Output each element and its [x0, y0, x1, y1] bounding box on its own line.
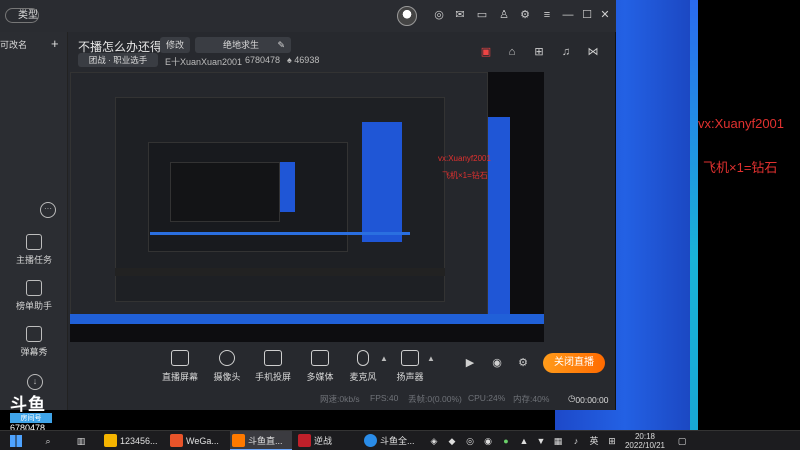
douyu-logo: 斗鱼 房间号 6780478: [10, 390, 58, 433]
tray-icon-4[interactable]: ◉: [482, 435, 494, 447]
preview-promo-text: 飞机×1=钻石: [442, 171, 488, 180]
tray-icon-2[interactable]: ◆: [446, 435, 458, 447]
close-icon[interactable]: ✕: [598, 8, 612, 22]
settings-icon[interactable]: ⚙: [518, 8, 532, 22]
maximize-icon[interactable]: ☐: [580, 8, 594, 22]
taskbar-item-4[interactable]: 逆战: [296, 431, 346, 450]
tray-lang[interactable]: 英: [588, 435, 600, 447]
sidebar-item-danmaku[interactable]: 弹幕秀: [0, 326, 68, 358]
lock-icon[interactable]: ⌂: [505, 45, 519, 59]
tray-icon-1[interactable]: ◈: [428, 435, 440, 447]
clock[interactable]: 20:18 2022/10/21: [620, 432, 670, 450]
live-timer: ◷ 00:00:00: [568, 393, 609, 405]
layout-icon[interactable]: ⊞: [532, 45, 546, 59]
app-icon: [104, 434, 117, 447]
network-icon[interactable]: ▦: [552, 435, 564, 447]
gear-icon[interactable]: ⚙: [516, 356, 530, 370]
tray-icon-5[interactable]: ●: [500, 435, 512, 447]
record-icon[interactable]: ▶: [463, 356, 477, 370]
media-icon: [311, 350, 329, 366]
more-icon[interactable]: ···: [40, 202, 56, 218]
edit-icon: ✎: [277, 40, 285, 50]
close-live-button[interactable]: 关闭直播: [543, 353, 605, 373]
danmaku-icon: [26, 326, 42, 342]
message-icon[interactable]: ▭: [475, 8, 489, 22]
task-view-icon[interactable]: ▥: [75, 435, 87, 447]
speaker-icon: [401, 350, 419, 366]
douyu-client-icon: [364, 434, 377, 447]
stream-preview[interactable]: vx:Xuanyf2001 飞机×1=钻石: [70, 72, 544, 342]
shirt-icon[interactable]: ♙: [497, 8, 511, 22]
dropped-frames: 丢帧:0(0.00%): [408, 394, 462, 404]
preview-nested-screen-4: [170, 162, 280, 222]
left-sidebar: 可改名 + ··· 主播任务 榜单助手 弹幕秀 ↓: [0, 32, 68, 410]
share-icon[interactable]: ⋈: [586, 45, 600, 59]
tray-icon-3[interactable]: ◎: [464, 435, 476, 447]
streaming-app-window: 类型 ◎ ✉ ▭ ♙ ⚙ ≡ — ☐ ✕ 可改名 + ··· 主播任务 榜单助手: [0, 0, 616, 410]
streamer-name: E十XuanXuan2001: [165, 57, 243, 67]
sidebar-top-label: 可改名: [0, 40, 28, 50]
desktop-edge: [690, 0, 698, 430]
net-speed: 网速:0kb/s: [320, 394, 360, 404]
category-button[interactable]: 绝地求生 ✎: [195, 37, 291, 53]
tool-screen-share[interactable]: 直播屏幕: [155, 350, 205, 383]
game-icon: [298, 434, 311, 447]
preview-bottom-bar: [70, 314, 544, 324]
menu-icon[interactable]: ≡: [540, 8, 554, 22]
speaker-dropdown-icon[interactable]: ▲: [427, 354, 435, 363]
browser-icon: [170, 434, 183, 447]
ranking-icon: [26, 280, 42, 296]
black-panel: [698, 0, 800, 430]
taskbar-item-2[interactable]: WeGa...: [168, 431, 226, 450]
preview-toolbar: [115, 268, 445, 276]
windows-taskbar: ⌕ ▥ 123456... WeGa... 斗鱼直... 逆战 斗鱼全... ◈…: [0, 430, 800, 450]
search-icon[interactable]: ⌕: [42, 435, 54, 447]
volume-icon[interactable]: ♪: [570, 435, 582, 447]
task-icon: [26, 234, 42, 250]
status-bar: 网速:0kb/s FPS:40 丢帧:0(0.00%) CPU:24% 内存:4…: [68, 391, 616, 407]
preview-blue-layer-2: [362, 122, 402, 242]
memory-usage: 内存:40%: [513, 394, 550, 404]
promo-overlay-text: 飞机×1=钻石: [703, 160, 778, 175]
minimize-icon[interactable]: —: [561, 8, 575, 22]
camera-icon: [219, 350, 235, 366]
user-avatar[interactable]: [397, 6, 417, 26]
ime-icon[interactable]: ⊞: [606, 435, 618, 447]
eye-icon[interactable]: ◉: [490, 356, 504, 370]
room-id: 6780478: [245, 55, 281, 65]
bell-icon[interactable]: ♫: [559, 45, 573, 59]
microphone-icon: [357, 350, 369, 366]
modify-title-button[interactable]: 修改: [160, 37, 190, 53]
tool-phone-cast[interactable]: 手机投屏: [248, 350, 298, 383]
tool-camera[interactable]: 摄像头: [202, 350, 252, 383]
douyu-icon: [232, 434, 245, 447]
vx-overlay-text: vx:Xuanyf2001: [698, 116, 785, 131]
windows-start-icon[interactable]: [10, 435, 22, 447]
phone-cast-icon: [264, 350, 282, 366]
tray-icon-7[interactable]: ▼: [535, 435, 547, 447]
category-tag[interactable]: 团战 · 职业选手: [78, 53, 158, 67]
sidebar-item-ranking[interactable]: 榜单助手: [0, 280, 68, 312]
screen: vx:Xuanyf2001 飞机×1=钻石 vx:Xuanyf2001 飞机×1…: [0, 0, 800, 450]
tray-icon-6[interactable]: ▲: [518, 435, 530, 447]
title-bar: 类型 ◎ ✉ ▭ ♙ ⚙ ≡ — ☐ ✕: [0, 0, 616, 32]
notification-icon[interactable]: ▢: [676, 435, 688, 447]
taskbar-item-3[interactable]: 斗鱼直...: [230, 431, 292, 450]
download-icon[interactable]: ↓: [27, 374, 43, 390]
fps: FPS:40: [370, 393, 399, 403]
add-icon[interactable]: +: [51, 36, 59, 51]
cpu-usage: CPU:24%: [468, 393, 506, 403]
monitor-icon: [171, 350, 189, 366]
taskbar-item-1[interactable]: 123456...: [102, 431, 164, 450]
gift-icon[interactable]: ▣: [479, 45, 493, 59]
preview-taskbar-line: [150, 232, 410, 235]
mail-icon[interactable]: ✉: [453, 8, 467, 22]
sidebar-item-tasks[interactable]: 主播任务: [0, 234, 68, 266]
preview-vx-text: vx:Xuanyf2001: [438, 154, 491, 163]
headset-icon[interactable]: ◎: [432, 8, 446, 22]
fans-count: ♠ 46938: [287, 55, 320, 65]
type-pill[interactable]: 类型: [5, 8, 39, 23]
taskbar-item-5[interactable]: 斗鱼全...: [362, 431, 424, 450]
